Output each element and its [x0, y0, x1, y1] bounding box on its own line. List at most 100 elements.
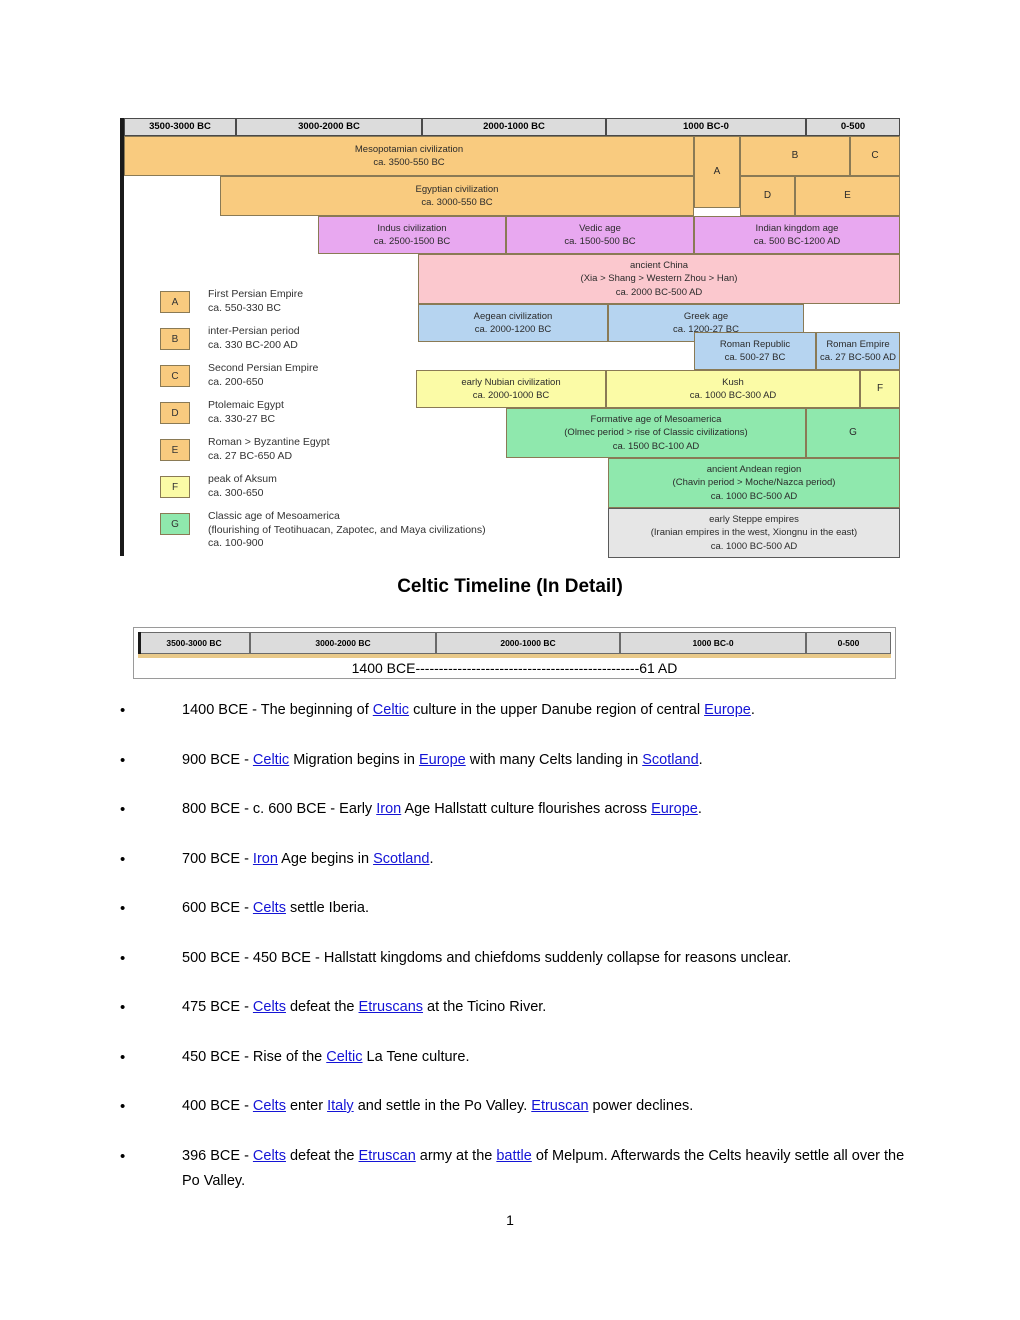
legend-swatch-b: B: [160, 328, 190, 350]
bullet-text: power declines.: [588, 1098, 694, 1114]
bullet-450-bce: 450 BCE - Rise of the Celtic La Tene cul…: [120, 1045, 910, 1070]
col-label: 3500-3000 BC: [149, 121, 211, 133]
bullet-text: culture in the upper Danube region of ce…: [409, 702, 705, 718]
bullet-text: 475 BCE -: [182, 999, 253, 1015]
bullet-1400-bce: 1400 BCE - The beginning of Celtic cultu…: [120, 698, 910, 723]
hyperlink[interactable]: Europe: [419, 752, 466, 768]
legend-item-c: C Second Persian Empire ca. 200-650: [160, 362, 580, 392]
page-title: Celtic Timeline (In Detail): [397, 576, 623, 597]
band-dates: ca. 2000 BC-500 AD: [615, 286, 703, 298]
band-dates: ca. 500 BC-1200 AD: [753, 236, 841, 247]
band-title: ancient China: [629, 259, 689, 271]
bullet-text: Migration begins in: [289, 751, 419, 768]
col-label: 0-500: [840, 121, 866, 133]
band-classic-age-mesoamerica-g: G: [806, 408, 900, 458]
bullet-text: .: [698, 751, 703, 768]
hyperlink[interactable]: Celts: [253, 900, 286, 916]
legend-item-b: B inter-Persian period ca. 330 BC-200 AD: [160, 325, 580, 355]
hyperlink[interactable]: Celts: [253, 999, 286, 1015]
band-egyptian-civilization: Egyptian civilization ca. 3000-550 BC: [220, 176, 694, 216]
band-title: F: [876, 383, 884, 395]
band-second-persian-empire-c: C: [850, 136, 900, 176]
bullet-text: La Tene culture.: [362, 1048, 470, 1065]
band-title: Egyptian civilization: [415, 183, 499, 195]
legend-key: B: [171, 333, 179, 345]
hyperlink[interactable]: Iron: [376, 801, 401, 817]
band-title: D: [763, 190, 772, 202]
band-dates: ca. 3000-550 BC: [421, 197, 493, 208]
hyperlink[interactable]: Scotland: [642, 752, 698, 768]
legend-line-2: ca. 27 BC-650 AD: [208, 449, 293, 462]
legend-line-2: ca. 330-27 BC: [208, 412, 276, 425]
band-subtitle: (Iranian empires in the west, Xiongnu in…: [650, 527, 858, 539]
band-inter-persian-period-b: B: [740, 136, 850, 176]
band-dates: ca. 1000 BC-300 AD: [689, 390, 777, 401]
legend-line-1: Classic age of Mesoamerica: [208, 510, 340, 522]
timeline-header-col-4: 0-500: [806, 118, 900, 136]
bullet-text: 396 BCE -: [182, 1147, 253, 1164]
hyperlink[interactable]: Italy: [327, 1098, 354, 1114]
band-dates: ca. 2500-1500 BC: [373, 236, 451, 247]
bullet-text: 450 BCE - Rise of the: [182, 1048, 327, 1065]
bullet-text: .: [750, 702, 755, 718]
band-indus-civilization: Indus civilization ca. 2500-1500 BC: [318, 216, 506, 254]
legend-swatch-a: A: [160, 291, 190, 313]
mini-col-1: 3000-2000 BC: [250, 632, 436, 654]
bullet-900-bce: 900 BCE - Celtic Migration begins in Eur…: [120, 748, 910, 773]
band-title: Indian kingdom age: [755, 222, 839, 234]
band-first-persian-empire-a: A: [694, 136, 740, 208]
band-dates: ca. 1000 BC-500 AD: [710, 490, 798, 502]
legend-line-1: inter-Persian period: [208, 325, 300, 337]
band-kush: Kush ca. 1000 BC-300 AD: [606, 370, 860, 408]
band-subtitle: (Xia > Shang > Western Zhou > Han): [580, 273, 738, 285]
legend-item-f: F peak of Aksum ca. 300-650: [160, 473, 580, 503]
hyperlink[interactable]: Celtic: [373, 702, 409, 718]
bullet-text: 700 BCE -: [182, 850, 253, 867]
hyperlink[interactable]: Celtic: [326, 1049, 362, 1065]
hyperlink[interactable]: Etruscan: [359, 1148, 416, 1164]
hyperlink[interactable]: Iron: [253, 851, 278, 867]
hyperlink[interactable]: Celts: [253, 1098, 286, 1114]
band-title: Vedic age: [579, 222, 621, 234]
hyperlink[interactable]: Etruscans: [359, 999, 423, 1015]
timeline-header-col-1: 3000-2000 BC: [236, 118, 422, 136]
bullet-text: 900 BCE -: [182, 751, 253, 768]
timeline-header-col-0: 3500-3000 BC: [124, 118, 236, 136]
legend-item-d: D Ptolemaic Egypt ca. 330-27 BC: [160, 399, 580, 429]
legend-swatch-f: F: [160, 476, 190, 498]
hyperlink[interactable]: Scotland: [373, 851, 429, 867]
band-ptolemaic-egypt-d: D: [740, 176, 795, 216]
band-title: Greek age: [683, 310, 729, 322]
mini-col-label: 3000-2000 BC: [315, 638, 371, 648]
band-title: early Steppe empires: [709, 513, 799, 525]
band-subtitle: (Chavin period > Moche/Nazca period): [672, 477, 836, 489]
band-title: Roman Republic: [719, 338, 791, 350]
band-title: Indus civilization: [377, 222, 447, 234]
timeline-legend: A First Persian Empire ca. 550-330 BC B …: [160, 288, 580, 558]
legend-swatch-c: C: [160, 365, 190, 387]
band-dates: ca. 1500 BC-100 AD: [612, 440, 700, 452]
legend-text-d: Ptolemaic Egypt ca. 330-27 BC: [208, 399, 580, 426]
band-dates: ca. 3500-550 BC: [373, 157, 445, 168]
band-mesopotamian-civilization: Mesopotamian civilization ca. 3500-550 B…: [124, 136, 694, 176]
legend-swatch-g: G: [160, 513, 190, 535]
band-dates: ca. 1000 BC-500 AD: [710, 540, 798, 552]
hyperlink[interactable]: Celtic: [253, 752, 289, 768]
hyperlink[interactable]: battle: [496, 1148, 531, 1164]
hyperlink[interactable]: Celts: [253, 1148, 286, 1164]
bullet-text: Age Hallstatt culture flourishes across: [401, 801, 652, 817]
bullet-396-bce: 396 BCE - Celts defeat the Etruscan army…: [120, 1144, 910, 1194]
page-number: 1: [506, 1212, 514, 1228]
band-title: C: [871, 150, 879, 162]
hyperlink[interactable]: Europe: [651, 801, 698, 817]
band-roman-byzantine-egypt-e: E: [795, 176, 900, 216]
legend-line-2: ca. 550-330 BC: [208, 301, 281, 314]
band-roman-republic: Roman Republic ca. 500-27 BC: [694, 332, 816, 370]
hyperlink[interactable]: Europe: [704, 702, 751, 718]
legend-line-1: Roman > Byzantine Egypt: [208, 436, 330, 448]
timeline-header-col-3: 1000 BC-0: [606, 118, 806, 136]
band-title: Roman Empire: [826, 338, 890, 350]
hyperlink[interactable]: Etruscan: [531, 1098, 588, 1114]
legend-key: G: [171, 518, 179, 530]
bullet-text: army at the: [415, 1147, 497, 1164]
